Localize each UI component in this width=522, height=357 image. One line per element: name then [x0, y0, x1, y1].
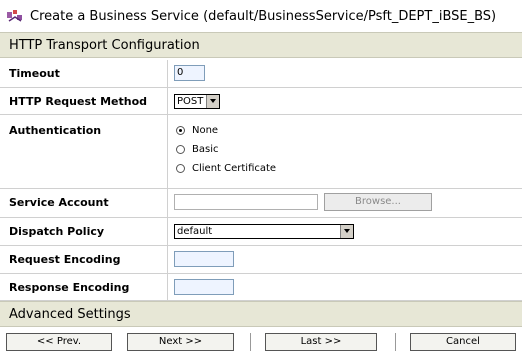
cancel-button[interactable]: Cancel [410, 333, 516, 351]
row-dispatch-policy: Dispatch Policy default [0, 218, 522, 246]
timeout-input[interactable]: 0 [174, 65, 205, 81]
row-timeout: Timeout 0 [0, 60, 522, 88]
button-separator [250, 333, 251, 351]
radio-basic[interactable] [176, 145, 185, 154]
row-authentication: Authentication None Basic Client Certifi… [0, 115, 522, 189]
auth-option-client-certificate[interactable]: Client Certificate [176, 163, 276, 174]
timeout-label: Timeout [0, 60, 168, 87]
section-advanced-settings[interactable]: Advanced Settings [0, 301, 522, 327]
response-encoding-label: Response Encoding [0, 274, 168, 300]
next-button[interactable]: Next >> [127, 333, 234, 351]
radio-none[interactable] [176, 126, 185, 135]
last-button[interactable]: Last >> [265, 333, 377, 351]
row-request-encoding: Request Encoding [0, 246, 522, 274]
authentication-label: Authentication [0, 115, 168, 188]
button-separator [395, 333, 396, 351]
http-request-method-select[interactable]: POST [174, 94, 220, 109]
dispatch-policy-select[interactable]: default [174, 224, 354, 239]
auth-option-client-certificate-label: Client Certificate [192, 163, 277, 174]
business-service-icon [7, 9, 22, 22]
dispatch-policy-label: Dispatch Policy [0, 218, 168, 245]
row-service-account: Service Account Browse... [0, 189, 522, 218]
prev-button[interactable]: << Prev. [6, 333, 112, 351]
service-account-input[interactable] [174, 194, 318, 210]
response-encoding-input[interactable] [174, 279, 234, 295]
page-title: Create a Business Service (default/Busin… [30, 9, 497, 24]
auth-option-basic-label: Basic [192, 144, 219, 155]
chevron-down-icon[interactable] [340, 225, 353, 238]
auth-option-basic[interactable]: Basic [176, 144, 218, 155]
title-bar: Create a Business Service (default/Busin… [0, 0, 522, 33]
chevron-down-icon[interactable] [206, 95, 219, 108]
radio-client-certificate[interactable] [176, 164, 185, 173]
request-encoding-input[interactable] [174, 251, 234, 267]
service-account-label: Service Account [0, 189, 168, 217]
auth-option-none-label: None [192, 125, 219, 136]
row-response-encoding: Response Encoding [0, 274, 522, 301]
browse-button[interactable]: Browse... [324, 193, 432, 211]
http-request-method-label: HTTP Request Method [0, 88, 168, 114]
dispatch-policy-value: default [177, 226, 213, 237]
section-http-transport: HTTP Transport Configuration [0, 32, 522, 58]
footer-button-bar: << Prev. Next >> Last >> Cancel [0, 328, 522, 357]
http-request-method-value: POST [177, 96, 204, 107]
auth-option-none[interactable]: None [176, 125, 218, 136]
request-encoding-label: Request Encoding [0, 246, 168, 273]
row-http-request-method: HTTP Request Method POST [0, 88, 522, 115]
